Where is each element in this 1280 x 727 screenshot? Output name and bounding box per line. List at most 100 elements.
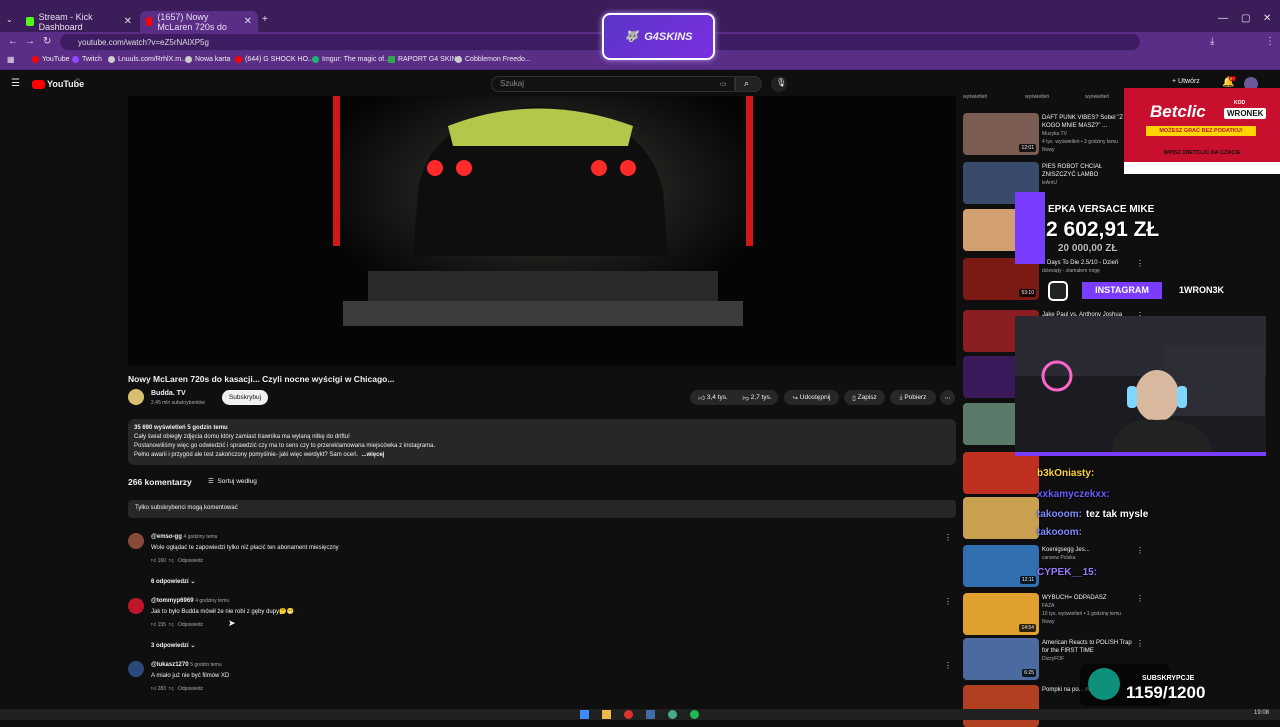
thumbs-down-icon[interactable]: 👎︎ [169,686,174,692]
bookmark-item[interactable]: (644) G SHOCK HO... [235,56,314,63]
tab-search-icon[interactable]: ⌄ [6,15,13,24]
like-button[interactable]: 👍︎ 3,4 tys. [690,390,736,405]
video-thumbnail[interactable]: 6:25 [963,638,1039,680]
video-duration: 53:10 [1019,289,1036,297]
comment-text: Jak to było Budda mówił że nie robi z gę… [151,609,295,615]
more-icon[interactable]: ⋮ [1136,259,1144,268]
close-window-icon[interactable]: ✕ [1263,13,1271,24]
share-button[interactable]: ↪ Udostępnij [784,390,839,405]
save-button[interactable]: ▯ Zapisz [844,390,885,405]
thumbs-down-icon[interactable]: 👎︎ [169,622,174,628]
instagram-label: INSTAGRAM [1082,282,1162,299]
replies-label: 3 odpowiedzi [151,643,189,649]
comment-author[interactable]: @lukasz1270 [151,662,189,668]
bookmark-item[interactable]: RAPORT G4 SKINS [388,56,461,63]
thumbs-up-icon[interactable]: 👍︎ [151,558,156,564]
sort-button[interactable]: ☰ Sortuj według [208,477,257,485]
sidebar-video-info[interactable]: American Reacts to POLISH Trap for the F… [1042,639,1132,663]
more-icon[interactable]: ⋮ [944,533,952,542]
video-title: Nowy McLaren 720s do kasacji... Czyli no… [128,374,395,384]
replies-toggle[interactable]: 6 odpowiedzi ⌄ [151,578,195,585]
thumbs-down-icon[interactable]: 👎︎ [169,558,174,564]
video-player[interactable] [128,96,956,366]
bookmark-item[interactable]: Cobblemon Freedo... [455,56,531,63]
sidebar-video-info[interactable]: 7 Days To Die 2.5/10 - Dzień dziesiąty - … [1042,259,1132,275]
maximize-icon[interactable]: ▢ [1241,13,1250,24]
more-icon[interactable]: ⋮ [944,661,952,670]
sidebar-video-title: 7 Days To Die 2.5/10 - Dzień [1042,260,1119,266]
tab-youtube[interactable]: (1657) Nowy McLaren 720s do ✕ [140,11,258,32]
more-actions-button[interactable]: ⋯ [940,390,955,405]
keyboard-icon[interactable]: ▭ [720,80,727,88]
search-button[interactable]: ⌕ [735,76,762,92]
more-icon[interactable]: ⋮ [944,597,952,606]
comment-notice: Tylko subskrybenci mogą komentować [128,500,956,518]
comment-time[interactable]: 5 godzin temu [190,662,221,668]
video-thumbnail[interactable]: 14:54 [963,593,1039,635]
steam-icon[interactable] [646,710,655,719]
sidebar-video-info[interactable]: DAFT PUNK VIBES? Sobel "Z KOGO MNIE MASZ… [1042,114,1132,154]
chrome-icon[interactable] [668,710,677,719]
more-icon[interactable]: ⋮ [1136,639,1144,648]
windows-start-icon[interactable] [580,710,589,719]
mic-button[interactable]: 🎙 [771,76,787,92]
apps-icon[interactable]: ▦ [7,55,15,64]
comment-author[interactable]: @tommyp6969 [151,598,194,604]
description-box[interactable]: 35 690 wyświetleń 5 godzin temu Cały świ… [128,419,956,465]
bookmark-item[interactable]: YouTube [32,56,70,63]
close-icon[interactable]: ✕ [244,16,252,27]
hamburger-icon[interactable]: ☰ [11,78,20,89]
more-link[interactable]: ...więcej [361,452,384,458]
subscribe-button[interactable]: Subskrybuj [222,390,268,405]
bookmark-item[interactable]: Nowa karta [185,56,230,63]
tab-kick[interactable]: Stream - Kick Dashboard ✕ [20,11,138,32]
forward-icon[interactable]: → [25,36,35,47]
comment-time[interactable]: 4 godziny temu [195,598,229,604]
download-button[interactable]: ⤓ Pobierz [890,390,936,405]
back-icon[interactable]: ← [8,36,18,47]
channel-name[interactable]: Budda. TV [151,390,186,397]
menu-icon[interactable]: ⋮ [1265,36,1275,47]
sidebar-video-info[interactable]: WYBUCH= ODPADASZ FAZA 10 tys. wyświetleń •… [1042,594,1132,626]
bookmark-item[interactable]: Imgur: The magic of... [312,56,390,63]
minimize-icon[interactable]: — [1218,13,1228,24]
video-thumbnail[interactable]: 53:10 [963,258,1039,300]
folder-icon[interactable] [602,710,611,719]
video-duration: 12:01 [1019,144,1036,152]
reply-button[interactable]: Odpowiedz [178,622,203,628]
spotify-icon[interactable] [690,710,699,719]
new-tab-icon[interactable]: + [262,14,268,25]
subscriber-count: 2,45 mln subskrybentów [151,400,205,406]
dislike-button[interactable]: 👎︎ 2,7 tys. [736,390,778,405]
sidebar-video-info[interactable]: PIES ROBOT CHCIAŁ ZNISZCZYĆ LAMBO leAmU [1042,163,1132,187]
sidebar-video-title: DAFT PUNK VIBES? Sobel "Z KOGO MNIE MASZ… [1042,115,1124,129]
chat-username: xxkamyczekxx: [1037,489,1110,500]
reply-button[interactable]: Odpowiedz [178,686,203,692]
video-thumbnail[interactable] [963,685,1039,727]
app-icon[interactable] [624,710,633,719]
bookmark-label: YouTube [42,56,70,63]
thumbs-up-icon: 👍︎ [698,394,707,402]
close-icon[interactable]: ✕ [124,16,132,27]
reload-icon[interactable]: ↻ [43,36,51,47]
create-button[interactable]: + Utwórz [1172,78,1200,85]
replies-toggle[interactable]: 3 odpowiedzi ⌄ [151,642,195,649]
comment-time[interactable]: 4 godziny temu [184,534,218,540]
avatar[interactable] [128,661,144,677]
reply-button[interactable]: Odpowiedz [178,558,203,564]
video-thumbnail[interactable]: 12:01 [963,113,1039,155]
channel-avatar[interactable] [128,389,144,405]
bookmark-item[interactable]: Lnuuls.com/RrhlX.m... [108,56,187,63]
search-input[interactable]: Szukaj [491,76,735,92]
download-icon[interactable]: ⤓ [1210,36,1214,47]
avatar[interactable] [128,598,144,614]
thumbs-up-icon[interactable]: 👍︎ [151,686,156,692]
chat-text: tez tak mysle [1086,509,1149,520]
chevron-down-icon: ⌄ [190,643,196,649]
betclic-logo: Betclic [1150,102,1206,121]
address-bar[interactable]: youtube.com/watch?v=eZ5rNAlXP5g [60,34,1140,50]
bookmark-item[interactable]: Twitch [72,56,102,63]
thumbs-up-icon[interactable]: 👍︎ [151,622,156,628]
comment-author[interactable]: @emso-gg [151,534,182,540]
avatar[interactable] [128,533,144,549]
